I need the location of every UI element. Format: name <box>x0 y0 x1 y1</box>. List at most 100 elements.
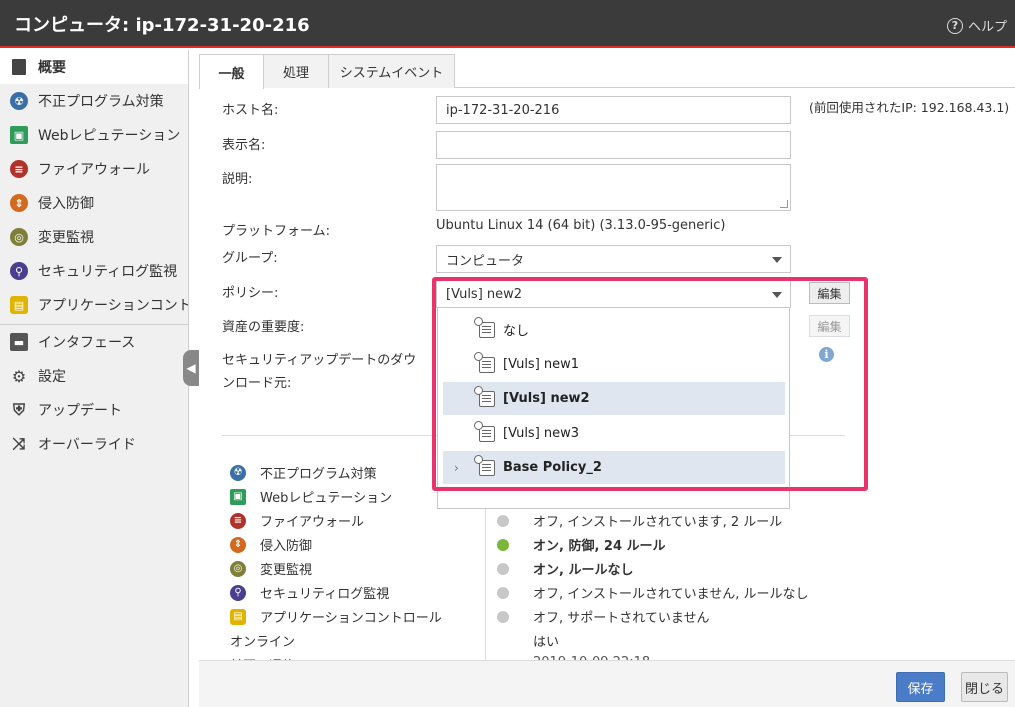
anti-malware-icon: ☢ <box>10 92 28 110</box>
status-value: オフ, インストールされていません, ルールなし <box>533 587 809 602</box>
status-value-row: オフ, インストールされていません, ルールなし <box>497 583 809 602</box>
tab-general[interactable]: 一般 <box>199 54 264 89</box>
integrity-monitoring-icon: ◎ <box>10 228 28 246</box>
previous-ip: (前回使用されたIP: 192.168.43.1) <box>809 100 1010 115</box>
asset-importance-label: 資産の重要度: <box>222 320 305 335</box>
sidebar-item-settings[interactable]: ⚙ 設定 <box>0 359 188 393</box>
status-dot <box>497 538 509 551</box>
status-label: セキュリティログ監視 <box>260 587 390 602</box>
status-row-label: ▣ Webレピュテーション <box>230 487 392 506</box>
sidebar-item-firewall[interactable]: ≡ ファイアウォール <box>0 152 188 186</box>
sidebar-item-label: アプリケーションコントロール <box>38 298 188 314</box>
status-value-row: オン, ルールなし <box>497 559 633 578</box>
status-label: アプリケーションコントロール <box>260 611 442 626</box>
gear-icon: ⚙ <box>11 366 27 386</box>
integrity-monitoring-icon: ◎ <box>230 560 246 577</box>
status-dot <box>497 610 509 623</box>
help-link[interactable]: ? ヘルプ <box>946 16 1007 35</box>
status-value: オン, ルールなし <box>533 563 634 578</box>
status-value-row: オフ, サポートされていません <box>497 607 710 626</box>
status-value: オン, 防御, 24 ルール <box>533 539 666 554</box>
sidebar-item-label: 変更監視 <box>38 230 94 246</box>
sidebar: 概要 ☢ 不正プログラム対策 ▣ Webレピュテーション ≡ ファイアウォール … <box>0 50 189 707</box>
help-icon: ? <box>946 17 963 34</box>
status-label: 不正プログラム対策 <box>260 467 377 482</box>
annotation-highlight-box <box>432 277 868 491</box>
sidebar-item-label: セキュリティログ監視 <box>38 264 178 280</box>
sidebar-item-intrusion-prevention[interactable]: ⇕ 侵入防御 <box>0 186 188 220</box>
sidebar-item-label: 概要 <box>38 60 66 76</box>
anti-malware-icon: ☢ <box>230 464 246 481</box>
overrides-icon: ⤨ <box>12 434 26 453</box>
status-value: オフ, インストールされています, 2 ルール <box>533 515 783 530</box>
sidebar-item-overrides[interactable]: ⤨ オーバーライド <box>0 427 188 461</box>
tab-system-events[interactable]: システムイベント <box>328 54 455 88</box>
online-label: オンライン <box>230 635 296 650</box>
hostname-value: ip-172-31-20-216 <box>446 102 560 118</box>
sidebar-item-anti-malware[interactable]: ☢ 不正プログラム対策 <box>0 84 188 118</box>
chevron-left-icon: ◀ <box>186 361 196 375</box>
sidebar-item-overview[interactable]: 概要 <box>0 50 188 84</box>
status-label: Webレピュテーション <box>260 491 393 506</box>
display-name-label: 表示名: <box>222 138 266 153</box>
status-value: オフ, サポートされていません <box>533 611 710 626</box>
sidebar-item-label: 侵入防御 <box>38 196 94 212</box>
hostname-field[interactable]: ip-172-31-20-216 <box>436 96 791 124</box>
group-label: グループ: <box>222 251 278 266</box>
tab-bar: 一般 処理 システムイベント <box>199 50 1015 89</box>
sidebar-item-label: Webレピュテーション <box>38 128 181 144</box>
update-source-label-cont: ンロード元: <box>222 376 292 391</box>
status-label: 変更監視 <box>260 563 313 578</box>
status-label: 侵入防御 <box>260 539 313 554</box>
status-value-row: オフ, インストールされています, 2 ルール <box>497 511 782 530</box>
status-label: ファイアウォール <box>260 515 365 530</box>
sidebar-item-log-inspection[interactable]: ⚲ セキュリティログ監視 <box>0 254 188 288</box>
close-button[interactable]: 閉じる <box>961 672 1008 702</box>
status-row-label: ≡ ファイアウォール <box>230 511 364 530</box>
web-reputation-icon: ▣ <box>10 126 28 144</box>
description-label: 説明: <box>222 172 253 187</box>
log-inspection-icon: ⚲ <box>10 262 28 280</box>
sidebar-item-label: ファイアウォール <box>38 162 150 178</box>
platform-value: Ubuntu Linux 14 (64 bit) (3.13.0-95-gene… <box>436 218 726 233</box>
update-icon: ⛨ <box>12 400 25 419</box>
dialog-footer <box>199 660 1015 707</box>
application-control-icon: ▤ <box>10 296 28 314</box>
page-title: コンピュータ: ip-172-31-20-216 <box>14 15 310 36</box>
sidebar-item-web-reputation[interactable]: ▣ Webレピュテーション <box>0 118 188 152</box>
interfaces-icon: ▬ <box>10 333 28 351</box>
tab-actions[interactable]: 処理 <box>263 54 329 88</box>
sidebar-item-application-control[interactable]: ▤ アプリケーションコントロール <box>0 288 188 322</box>
web-reputation-icon: ▣ <box>230 488 246 505</box>
status-row-label: ☢ 不正プログラム対策 <box>230 463 377 482</box>
resize-grip-icon[interactable] <box>780 200 788 208</box>
sidebar-item-label: 設定 <box>38 369 66 385</box>
status-row-label: ◎ 変更監視 <box>230 559 312 578</box>
intrusion-prevention-icon: ⇕ <box>10 194 28 212</box>
policy-label: ポリシー: <box>222 286 279 301</box>
firewall-icon: ≡ <box>230 512 246 529</box>
save-button[interactable]: 保存 <box>896 672 945 702</box>
sidebar-item-integrity-monitoring[interactable]: ◎ 変更監視 <box>0 220 188 254</box>
group-select[interactable]: コンピュータ <box>436 245 791 273</box>
status-row-label: ⇕ 侵入防御 <box>230 535 312 554</box>
sidebar-item-label: アップデート <box>38 403 122 419</box>
status-divider <box>485 505 486 660</box>
application-control-icon: ▤ <box>230 608 246 625</box>
description-field[interactable] <box>436 164 791 211</box>
online-value: はい <box>533 635 560 650</box>
sidebar-item-label: 不正プログラム対策 <box>38 94 164 110</box>
hostname-label: ホスト名: <box>222 103 279 118</box>
document-icon <box>12 59 26 75</box>
status-value-row: オン, 防御, 24 ルール <box>497 535 666 554</box>
sidebar-item-updates[interactable]: ⛨ アップデート <box>0 393 188 427</box>
status-dot <box>497 514 509 527</box>
sidebar-collapse-handle[interactable]: ◀ <box>183 350 199 386</box>
platform-label: プラットフォーム: <box>222 224 330 239</box>
status-row-label: ⚲ セキュリティログ監視 <box>230 583 389 602</box>
display-name-field[interactable] <box>436 131 791 159</box>
log-inspection-icon: ⚲ <box>230 584 246 601</box>
update-source-label: セキュリティアップデートのダウ <box>222 353 417 368</box>
sidebar-item-interfaces[interactable]: ▬ インタフェース <box>0 325 188 359</box>
status-dot <box>497 586 509 599</box>
